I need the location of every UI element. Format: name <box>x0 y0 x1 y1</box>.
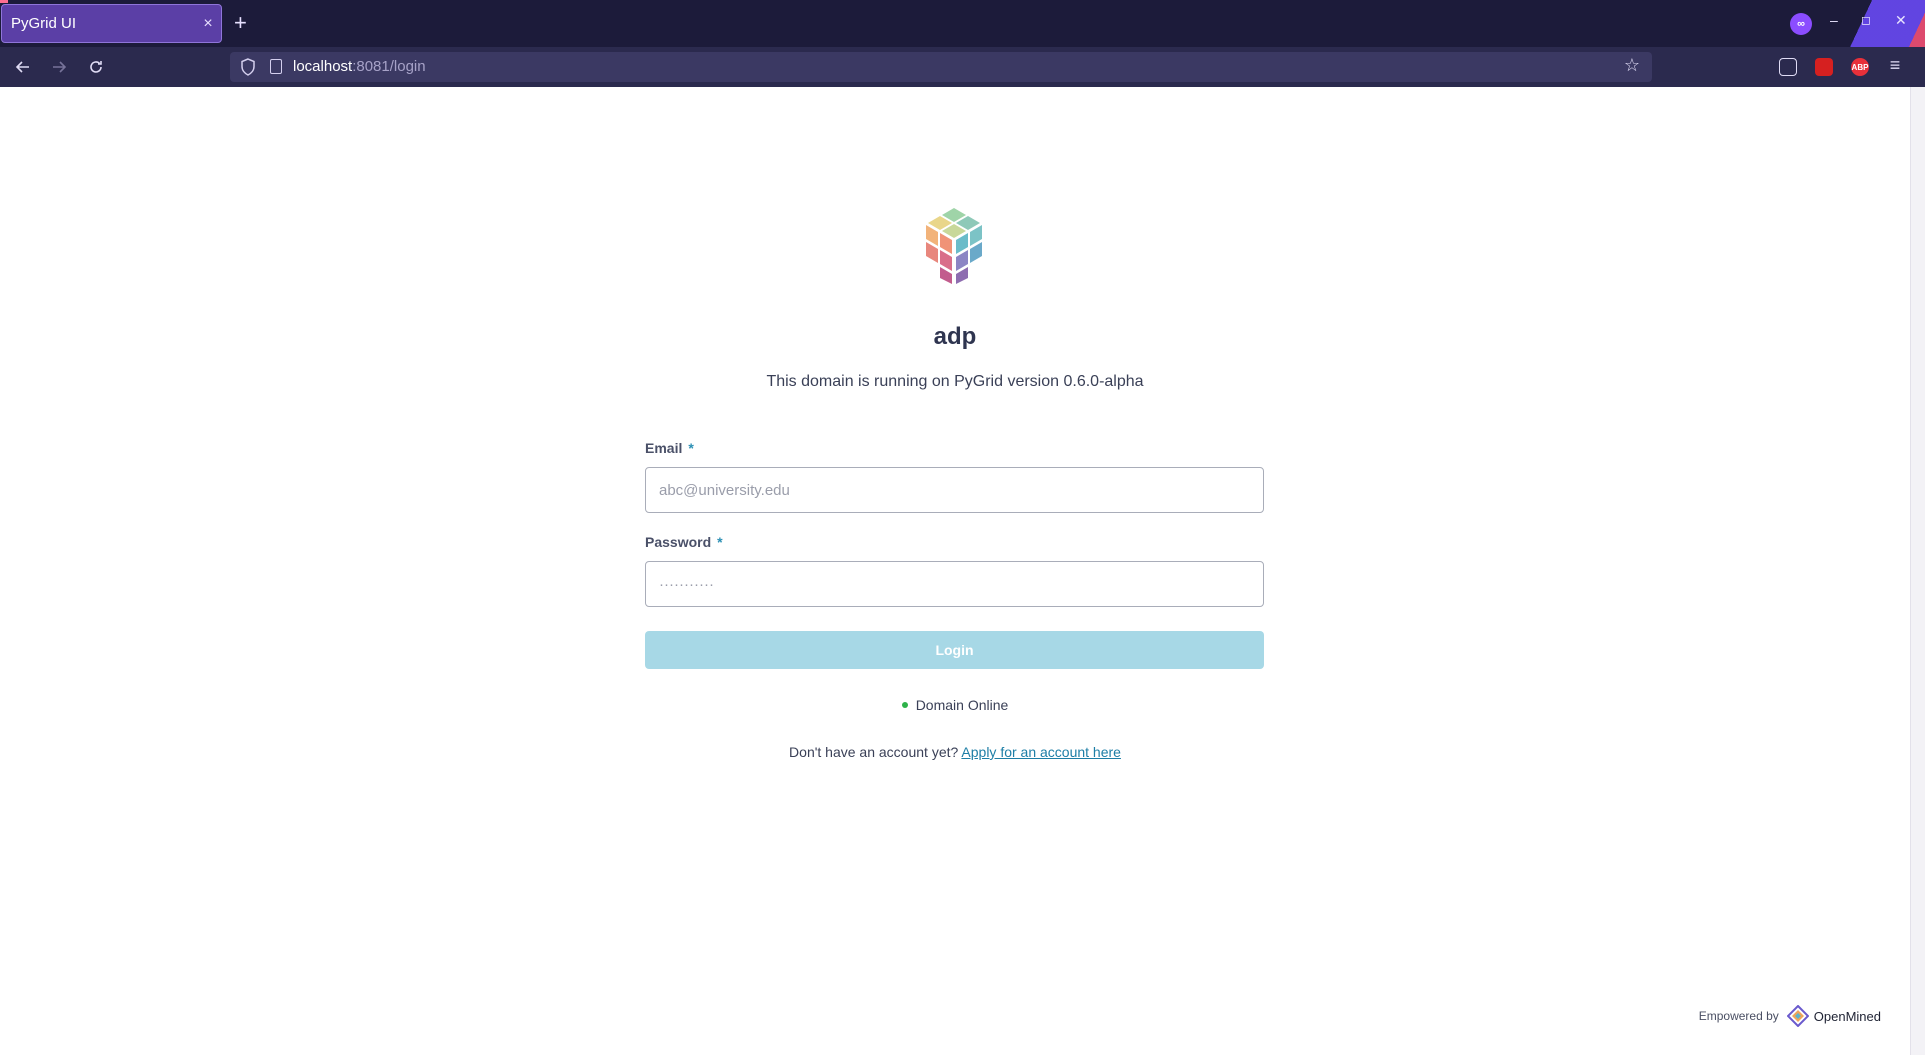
close-window-button[interactable]: ✕ <box>1895 12 1907 29</box>
apply-account-row: Don't have an account yet? Apply for an … <box>0 744 1910 760</box>
adblock-icon[interactable]: ABP <box>1851 58 1869 76</box>
pdf-extension-icon[interactable] <box>1815 58 1833 76</box>
restore-button[interactable]: ◻ <box>1861 13 1871 27</box>
tab-title: PyGrid UI <box>11 15 77 32</box>
page-scrollbar[interactable] <box>1910 87 1925 1055</box>
password-input[interactable] <box>645 561 1264 607</box>
private-browsing-icon: ∞ <box>1790 13 1812 35</box>
status-text: Domain Online <box>915 697 1009 713</box>
page-info-icon[interactable] <box>270 59 282 74</box>
forward-button[interactable] <box>46 54 72 80</box>
reload-button[interactable] <box>83 54 109 80</box>
login-page: adp This domain is running on PyGrid ver… <box>0 87 1910 1055</box>
browser-tab[interactable]: PyGrid UI × <box>1 4 222 43</box>
empowered-by-text: Empowered by <box>1698 1009 1779 1023</box>
openmined-brand: OpenMined <box>1813 1008 1881 1024</box>
url-path: :8081/login <box>352 58 426 75</box>
login-button[interactable]: Login <box>645 631 1264 669</box>
pocket-icon[interactable] <box>1779 58 1797 76</box>
browser-nav-bar: localhost:8081/login ☆ ABP ≡ <box>0 47 1925 87</box>
address-bar[interactable]: localhost:8081/login ☆ <box>230 52 1652 82</box>
apply-account-link[interactable]: Apply for an account here <box>961 744 1121 760</box>
shield-icon[interactable] <box>240 58 256 76</box>
version-subtitle: This domain is running on PyGrid version… <box>766 373 1144 390</box>
password-label-text: Password <box>645 534 712 550</box>
openmined-logo-icon <box>1786 1005 1809 1027</box>
email-label: Email * <box>645 440 694 456</box>
reload-icon <box>90 61 102 73</box>
browser-tab-bar: PyGrid UI × + ∞ – ◻ ✕ <box>0 0 1925 47</box>
domain-status: Domain Online <box>0 697 1910 713</box>
required-marker: * <box>688 440 694 456</box>
tab-close-icon[interactable]: × <box>195 15 221 33</box>
email-label-text: Email <box>645 440 683 456</box>
password-label: Password * <box>645 534 723 550</box>
minimize-button[interactable]: – <box>1830 12 1838 28</box>
required-marker: * <box>717 534 723 550</box>
tab-accent <box>0 0 8 3</box>
footer-branding: Empowered by OpenMined <box>1699 1005 1881 1027</box>
email-input[interactable] <box>645 467 1264 513</box>
bookmark-star-icon[interactable]: ☆ <box>1624 55 1640 76</box>
no-account-text: Don't have an account yet? <box>789 744 959 760</box>
domain-name: adp <box>933 323 977 350</box>
url-host: localhost <box>293 58 353 75</box>
new-tab-button[interactable]: + <box>234 11 247 35</box>
pygrid-cube-logo <box>926 208 982 284</box>
hamburger-menu-icon[interactable]: ≡ <box>1886 55 1904 75</box>
theme-corner-decoration <box>1840 0 1925 47</box>
arrow-right-icon <box>53 61 67 73</box>
status-dot-icon <box>901 702 908 709</box>
arrow-left-icon <box>15 61 29 73</box>
back-button[interactable] <box>10 54 36 80</box>
url-text[interactable]: localhost:8081/login <box>293 58 426 75</box>
